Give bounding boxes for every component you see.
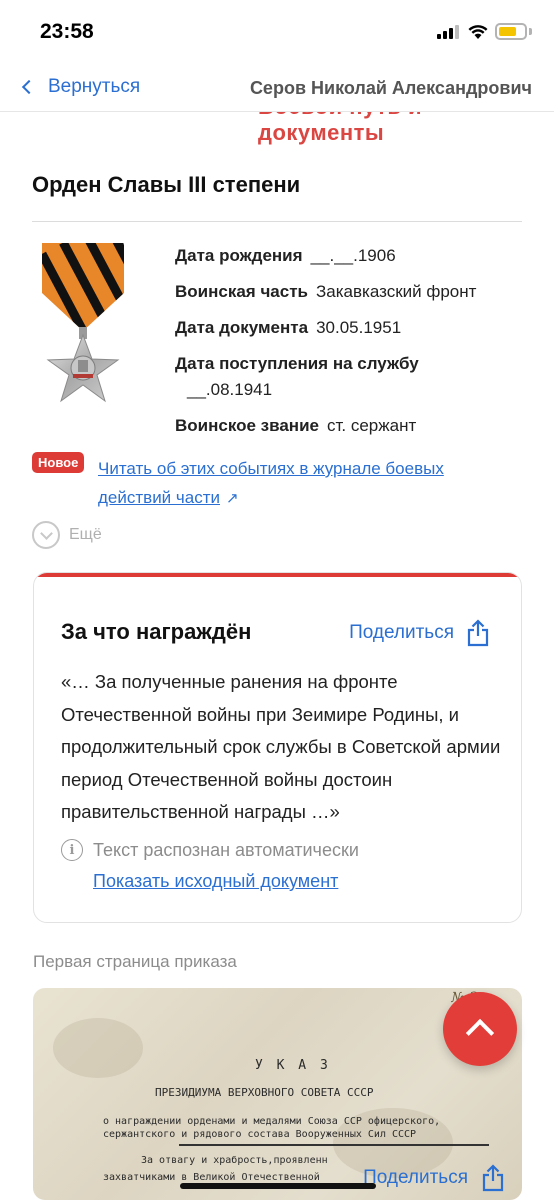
doc-line: о награждении орденами и медалями Союза …: [103, 1116, 441, 1127]
wifi-icon: [468, 25, 488, 39]
field-service-start-date: Дата поступления на службу: [175, 354, 419, 373]
award-title: Орден Славы III степени: [32, 172, 301, 197]
doc-rule: [179, 1144, 489, 1146]
status-time: 23:58: [40, 20, 94, 43]
nav-bar: Вернуться Серов Николай Александрович: [0, 64, 554, 112]
share-icon: [467, 619, 489, 647]
share-label: Поделиться: [363, 1167, 468, 1188]
card-title: За что награждён: [61, 619, 252, 644]
doc-line: У К А З: [255, 1058, 331, 1073]
chevron-up-icon: [465, 1018, 495, 1048]
signal-icon: [437, 25, 459, 39]
page-title: Серов Николай Александрович: [249, 78, 532, 98]
award-reason-text: «… За полученные ранения на фронте Отече…: [61, 671, 501, 822]
back-button[interactable]: Вернуться: [18, 76, 140, 98]
show-source-document-link[interactable]: Показать исходный документ: [93, 871, 338, 892]
back-label: Вернуться: [48, 76, 141, 97]
award-reason-card: За что награждён Поделиться «… За получе…: [33, 572, 522, 923]
share-label: Поделиться: [349, 622, 454, 643]
status-bar: 23:58: [0, 0, 554, 64]
doc-line: За отвагу и храбрость,проявленн: [141, 1155, 328, 1166]
new-badge: Новое: [32, 452, 85, 473]
doc-line: сержантского и рядового состава Вооружен…: [103, 1129, 417, 1140]
scroll-to-top-button[interactable]: [443, 992, 517, 1066]
doc-line: ПРЕЗИДИУМА ВЕРХОВНОГО СОВЕТА СССР: [155, 1086, 374, 1099]
journal-link[interactable]: Читать об этих событиях в журнале боевых…: [98, 454, 508, 513]
medal-icon: [42, 243, 124, 403]
share-icon: [482, 1164, 504, 1192]
ocr-notice-text: Текст распознан автоматически: [93, 839, 359, 860]
ocr-notice: i Текст распознан автоматически: [61, 839, 359, 861]
chevron-down-icon: [32, 521, 60, 549]
field-service-start-value: __.08.1941: [187, 380, 273, 399]
field-document-date: Дата документа 30.05.1951: [175, 318, 402, 337]
field-rank: Воинское звание ст. сержант: [175, 416, 417, 435]
chevron-left-icon: [21, 79, 37, 95]
card-accent-line: [34, 573, 521, 577]
home-indicator[interactable]: [180, 1183, 376, 1189]
more-button[interactable]: Ещё: [32, 521, 102, 549]
doc-stain: [53, 1018, 143, 1078]
battery-cap: [529, 28, 532, 35]
info-icon: i: [61, 839, 83, 861]
field-birth-date: Дата рождения __.__.1906: [175, 246, 396, 265]
journal-link-text: Читать об этих событиях в журнале боевых…: [98, 459, 444, 507]
doc-line: захватчиками в Великой Отечественной: [103, 1172, 320, 1183]
share-button[interactable]: Поделиться: [349, 619, 489, 647]
battery-icon: [495, 23, 527, 40]
more-label: Ещё: [69, 526, 102, 543]
section-label: Первая страница приказа: [33, 952, 237, 971]
external-link-icon: ↗: [226, 490, 239, 507]
document-share-button[interactable]: Поделиться: [363, 1164, 504, 1192]
divider: [32, 221, 522, 222]
field-military-unit: Воинская часть Закавказский фронт: [175, 282, 477, 301]
